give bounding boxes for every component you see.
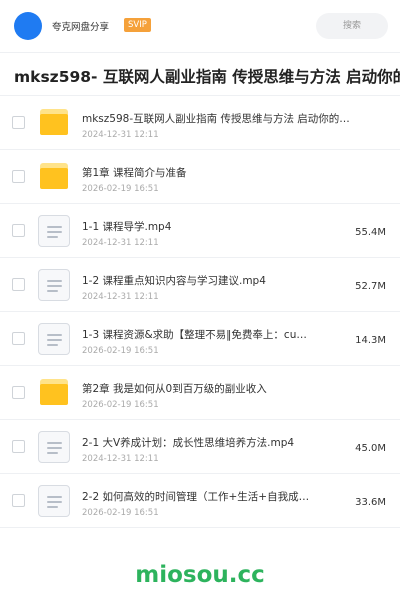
folder-row[interactable]: mksz598-互联网人副业指南 传授思维与方法 启动你的首份副业收入 2024-… (0, 96, 400, 150)
row-checkbox[interactable] (12, 116, 25, 129)
item-name[interactable]: 2-1 大V养成计划：成长性思维培养方法.mp4 (82, 435, 314, 450)
watermark: miosou.cc (135, 562, 265, 588)
item-size: 52.7M (355, 281, 386, 292)
document-icon (38, 431, 70, 463)
title-bar: mksz598- 互联网人副业指南 传授思维与方法 启动你的首份副业收入 (0, 52, 400, 96)
item-date: 2024-12-31 12:11 (82, 130, 159, 140)
app-header: 夸克网盘分享 SVIP 搜索 (0, 0, 400, 52)
file-row[interactable]: 1-1 课程导学.mp4 2024-12-31 12:11 55.4M (0, 204, 400, 258)
site-name: 夸克网盘分享 (52, 22, 110, 33)
item-date: 2024-12-31 12:11 (82, 292, 159, 302)
document-icon (38, 323, 70, 355)
folder-row[interactable]: 第2章 我是如何从0到百万级的副业收入 2026-02-19 16:51 (0, 366, 400, 420)
folder-icon (38, 161, 70, 193)
row-checkbox[interactable] (12, 440, 25, 453)
row-checkbox[interactable] (12, 224, 25, 237)
item-size: 14.3M (355, 335, 386, 346)
avatar[interactable] (14, 12, 42, 40)
document-icon (38, 269, 70, 301)
file-row[interactable]: 2-1 大V养成计划：成长性思维培养方法.mp4 2024-12-31 12:11… (0, 420, 400, 474)
item-date: 2024-12-31 12:11 (82, 238, 159, 248)
item-size: 45.0M (355, 443, 386, 454)
row-checkbox[interactable] (12, 332, 25, 345)
document-icon (38, 485, 70, 517)
search-button[interactable]: 搜索 (316, 13, 388, 39)
item-name[interactable]: 第1章 课程简介与准备 (82, 165, 352, 180)
document-icon (38, 215, 70, 247)
file-list: mksz598-互联网人副业指南 传授思维与方法 启动你的首份副业收入 2024-… (0, 96, 400, 528)
folder-icon (38, 107, 70, 139)
item-name[interactable]: 2-2 如何高效的时间管理（工作+生活+自我成长）.mp4 (82, 489, 314, 504)
item-name[interactable]: 1-2 课程重点知识内容与学习建议.mp4 (82, 273, 314, 288)
row-checkbox[interactable] (12, 494, 25, 507)
item-date: 2026-02-19 16:51 (82, 400, 159, 410)
item-date: 2026-02-19 16:51 (82, 508, 159, 518)
item-name[interactable]: 1-3 课程资源&求助【整理不易‖免费奉上：cuN… (82, 327, 314, 342)
item-name[interactable]: 第2章 我是如何从0到百万级的副业收入 (82, 381, 352, 396)
item-date: 2024-12-31 12:11 (82, 454, 159, 464)
item-name[interactable]: 1-1 课程导学.mp4 (82, 219, 314, 234)
page-title: mksz598- 互联网人副业指南 传授思维与方法 启动你的首份副业收入 (14, 68, 400, 86)
file-row[interactable]: 1-3 课程资源&求助【整理不易‖免费奉上：cuN… 2026-02-19 16:… (0, 312, 400, 366)
file-row[interactable]: 2-2 如何高效的时间管理（工作+生活+自我成长）.mp4 2026-02-19 … (0, 474, 400, 528)
folder-row[interactable]: 第1章 课程简介与准备 2026-02-19 16:51 (0, 150, 400, 204)
item-date: 2026-02-19 16:51 (82, 346, 159, 356)
file-row[interactable]: 1-2 课程重点知识内容与学习建议.mp4 2024-12-31 12:11 52.… (0, 258, 400, 312)
item-size: 55.4M (355, 227, 386, 238)
row-checkbox[interactable] (12, 278, 25, 291)
row-checkbox[interactable] (12, 170, 25, 183)
item-name[interactable]: mksz598-互联网人副业指南 传授思维与方法 启动你的首份副业收入 (82, 111, 352, 126)
svip-badge: SVIP (124, 18, 151, 32)
item-size: 33.6M (355, 497, 386, 508)
folder-icon (38, 377, 70, 409)
item-date: 2026-02-19 16:51 (82, 184, 159, 194)
row-checkbox[interactable] (12, 386, 25, 399)
